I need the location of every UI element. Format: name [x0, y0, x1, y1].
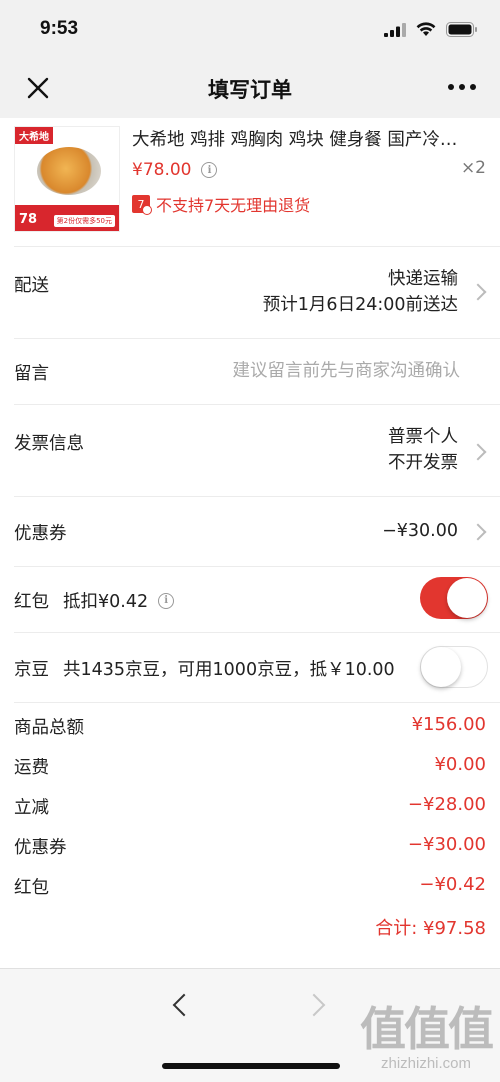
product-item[interactable]: 大希地 78 第2份仅需多50元 大希地 鸡排 鸡胸肉 鸡块 健身餐 国产冷… …: [0, 118, 500, 246]
summary-value: −¥30.00: [407, 834, 486, 855]
toggle-knob: [447, 578, 487, 618]
summary-label: 优惠券: [14, 838, 67, 858]
return-policy: 7 不支持7天无理由退货: [132, 192, 310, 216]
food-plate-image: [37, 147, 101, 195]
browser-toolbar: 值值值 zhizhizhi.com: [0, 968, 500, 1082]
thumb-brand-label: 大希地: [15, 127, 53, 144]
jd-beans-row: 京豆 共1435京豆，可用1000京豆，抵￥10.00: [0, 632, 500, 702]
delivery-info: 快递运输 预计1月6日24:00前送达: [263, 266, 458, 318]
invoice-status: 不开发票: [388, 453, 458, 473]
watermark-logo: 值值值: [360, 1002, 494, 1056]
back-arrow-icon[interactable]: [172, 993, 196, 1017]
chevron-right-icon: [469, 283, 487, 301]
no-return-icon: 7: [132, 195, 152, 215]
summary-label: 红包: [14, 878, 49, 898]
page-title: 填写订单: [208, 78, 292, 102]
chevron-right-icon: [469, 443, 487, 461]
info-icon[interactable]: i: [158, 592, 175, 609]
more-icon[interactable]: [448, 84, 476, 90]
product-quantity: ×2: [460, 158, 486, 178]
delivery-method: 快递运输: [388, 269, 458, 289]
home-indicator: [162, 1063, 340, 1069]
delivery-eta: 预计1月6日24:00前送达: [262, 295, 458, 315]
summary-value: −¥28.00: [407, 794, 486, 815]
thumb-price: 78: [19, 212, 38, 227]
message-input[interactable]: 建议留言前先与商家沟通确认: [233, 358, 461, 384]
summary-value: ¥156.00: [411, 714, 486, 735]
battery-icon: [446, 22, 477, 37]
summary-label: 立减: [14, 798, 49, 818]
message-label: 留言: [14, 364, 49, 384]
more-dot: [470, 84, 476, 90]
top-bar: 9:53 填写订单: [0, 0, 500, 118]
coupon-value: −¥30.00: [382, 521, 458, 541]
status-icons: [384, 22, 478, 37]
product-thumbnail[interactable]: 大希地 78 第2份仅需多50元: [14, 126, 120, 232]
toggle-knob: [421, 647, 461, 687]
message-row[interactable]: 留言 建议留言前先与商家沟通确认: [0, 338, 500, 404]
status-time: 9:53: [40, 18, 79, 39]
red-packet-toggle[interactable]: [420, 577, 488, 619]
red-packet-label-group: 红包 抵扣¥0.42 i: [14, 588, 175, 613]
jd-beans-label-group: 京豆 共1435京豆，可用1000京豆，抵￥10.00: [14, 656, 395, 681]
jd-beans-detail: 共1435京豆，可用1000京豆，抵￥10.00: [63, 660, 395, 680]
product-title: 大希地 鸡排 鸡胸肉 鸡块 健身餐 国产冷…: [132, 130, 458, 150]
invoice-label: 发票信息: [14, 434, 84, 454]
coupon-row[interactable]: 优惠券 −¥30.00: [0, 496, 500, 566]
coupon-label: 优惠券: [14, 524, 67, 544]
product-price-row: ¥78.00 i: [132, 160, 218, 180]
info-icon[interactable]: i: [201, 162, 218, 178]
thumb-banner: 78 第2份仅需多50元: [15, 205, 119, 231]
watermark: 值值值 zhizhizhi.com: [360, 993, 494, 1072]
delivery-row[interactable]: 配送 快递运输 预计1月6日24:00前送达: [0, 246, 500, 338]
summary-label: 商品总额: [14, 718, 84, 738]
wifi-icon: [416, 22, 436, 36]
product-price: ¥78.00: [132, 160, 192, 180]
red-packet-label: 红包: [14, 592, 49, 612]
summary-label: 运费: [14, 758, 49, 778]
order-total: 合计: ¥97.58: [375, 918, 486, 939]
delivery-label: 配送: [14, 276, 49, 296]
navigation-bar: 填写订单: [0, 62, 500, 118]
more-dot: [448, 84, 454, 90]
signal-icon: [384, 22, 406, 37]
more-dot: [459, 84, 465, 90]
chevron-right-icon: [469, 523, 487, 541]
invoice-info: 普票个人 不开发票: [388, 424, 458, 476]
jd-beans-label: 京豆: [14, 660, 49, 680]
price-summary: 商品总额 ¥156.00 运费 ¥0.00 立减 −¥28.00 优惠券 −¥3…: [0, 702, 500, 952]
return-policy-text: 不支持7天无理由退货: [156, 196, 311, 215]
invoice-row[interactable]: 发票信息 普票个人 不开发票: [0, 404, 500, 496]
status-bar: 9:53: [0, 0, 500, 62]
red-packet-row: 红包 抵扣¥0.42 i: [0, 566, 500, 632]
forward-arrow-icon[interactable]: [302, 993, 326, 1017]
jd-beans-toggle[interactable]: [420, 646, 488, 688]
red-packet-detail: 抵扣¥0.42: [63, 592, 149, 612]
summary-value: −¥0.42: [419, 874, 486, 895]
thumb-promo: 第2份仅需多50元: [53, 215, 115, 227]
invoice-type: 普票个人: [388, 427, 458, 447]
summary-value: ¥0.00: [434, 754, 486, 775]
